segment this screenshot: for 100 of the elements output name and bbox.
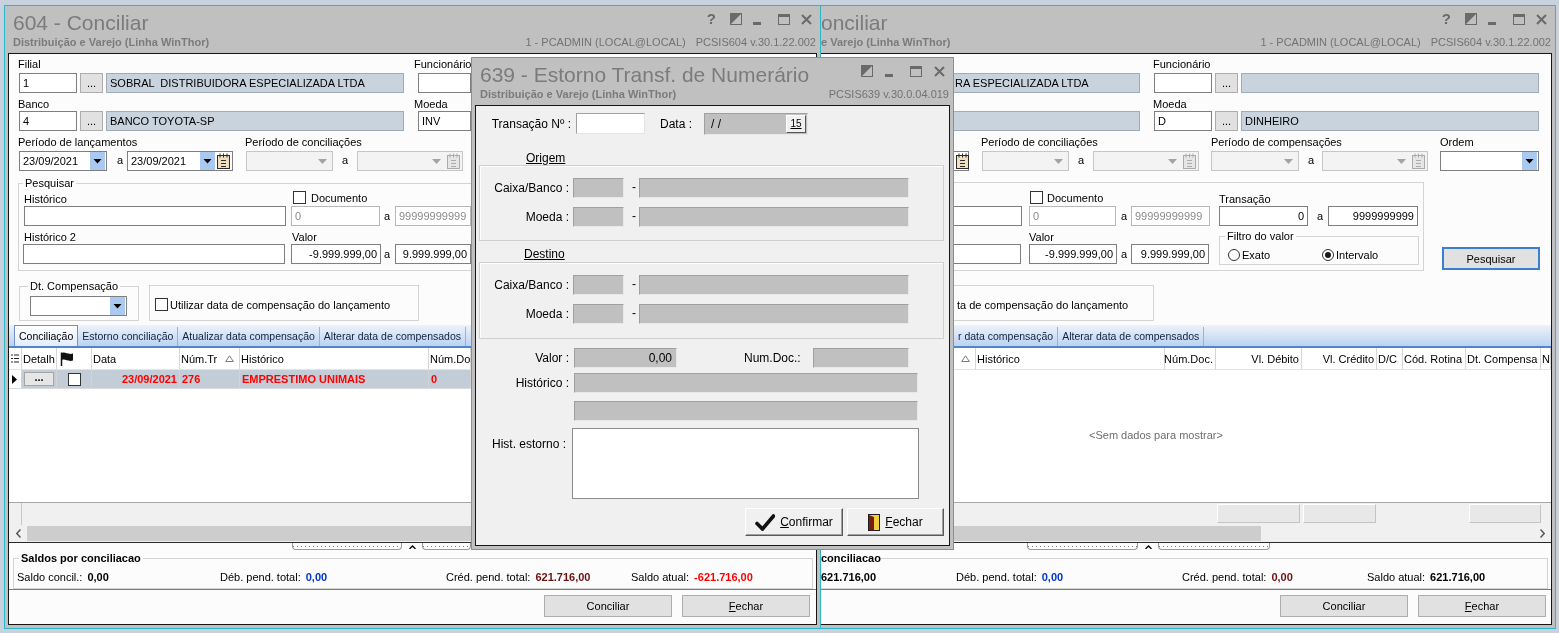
window-title: onciliar [821, 11, 888, 35]
field-label: Histórico [24, 193, 67, 206]
maximize-icon[interactable] [1513, 13, 1525, 25]
field-label: Funcionário [1153, 58, 1211, 71]
splitter-handle[interactable] [1027, 543, 1270, 552]
radio-button[interactable] [1228, 249, 1240, 261]
scrollbar-thumb[interactable] [27, 526, 471, 541]
checkbox[interactable] [1030, 191, 1043, 204]
search-button[interactable]: Pesquisar [1442, 247, 1540, 270]
input-field[interactable] [23, 244, 285, 264]
input-field[interactable] [24, 206, 286, 226]
separator-label: - [632, 277, 636, 291]
field-label: Data : [660, 117, 692, 131]
lookup-button[interactable]: ... [80, 111, 103, 131]
scroll-right-icon[interactable] [1539, 529, 1545, 538]
checkbox-label: ta de compensação do lançamento [957, 299, 1129, 312]
input-field[interactable]: 99999999999 [1131, 206, 1210, 226]
description-field[interactable]: SOBRAL DISTRIBUIDORA ESPECIALIZADA LTDA [106, 73, 404, 93]
description-field[interactable] [1241, 73, 1539, 93]
horizontal-scrollbar[interactable] [954, 525, 1551, 542]
column-header[interactable]: Núm.Doc. [1165, 348, 1216, 369]
input-field[interactable]: 9.999.999,00 [395, 244, 471, 264]
restore-icon[interactable] [730, 13, 742, 25]
input-field[interactable]: 99999999999 [395, 206, 471, 226]
reconcile-button[interactable]: Conciliar [544, 595, 672, 617]
code-field[interactable]: D [1154, 111, 1212, 131]
lookup-button[interactable]: ... [80, 73, 103, 93]
close-icon[interactable] [934, 65, 945, 77]
date-field[interactable]: 23/09/2021 [19, 151, 107, 171]
description-field[interactable]: RA ESPECIALIZADA LTDA [954, 73, 1140, 93]
input-field[interactable]: 9.999.999,00 [1131, 244, 1209, 264]
checkbox[interactable] [67, 372, 81, 386]
restore-icon[interactable] [1465, 13, 1477, 25]
tab[interactable]: Alterar data de compensados [319, 327, 466, 346]
dropdown-field[interactable] [30, 296, 127, 316]
input-field[interactable] [954, 206, 1022, 226]
dropdown-icon[interactable] [90, 152, 105, 170]
close-icon[interactable] [1536, 13, 1547, 25]
code-field[interactable]: 1 [19, 73, 77, 93]
column-header[interactable]: Vl. Débito [1216, 348, 1302, 369]
column-header[interactable]: Histórico [240, 348, 429, 369]
dropdown-icon[interactable] [200, 152, 215, 170]
input-field[interactable]: 9999999999 [1328, 206, 1418, 226]
input-field[interactable]: 0 [1029, 206, 1116, 226]
detail-button[interactable]: ... [24, 372, 54, 386]
tab[interactable]: Alterar data de compensados [1058, 327, 1205, 346]
input-field[interactable]: 0 [291, 206, 380, 226]
column-header[interactable]: Data [92, 348, 180, 369]
input-field[interactable]: -9.999.999,00 [1029, 244, 1117, 264]
dropdown-icon[interactable] [1522, 152, 1537, 170]
dropdown-field[interactable] [1440, 151, 1539, 171]
range-separator: a [1317, 210, 1324, 223]
tab[interactable]: Conciliação [14, 325, 79, 346]
input-field[interactable] [1154, 73, 1212, 93]
restore-icon[interactable] [861, 65, 873, 77]
close-button[interactable]: Fechar [847, 508, 944, 536]
maximize-icon[interactable] [910, 65, 922, 77]
input-field[interactable] [954, 244, 1021, 264]
description-field[interactable]: BANCO TOYOTA-SP [106, 111, 404, 131]
horizontal-scrollbar[interactable] [9, 525, 471, 542]
column-header[interactable]: Vl. Crédito [1302, 348, 1377, 369]
column-header[interactable]: Detalh [22, 348, 57, 369]
scrollbar-thumb[interactable] [954, 526, 1261, 541]
tab[interactable]: Estorno conciliação [78, 327, 179, 346]
column-header[interactable]: Cód. Rotina [1403, 348, 1466, 369]
reconcile-button[interactable]: Conciliar [1280, 595, 1408, 617]
confirm-button[interactable]: Confirmar [745, 508, 843, 536]
input-field[interactable] [418, 73, 471, 93]
code-field[interactable]: INV [418, 111, 471, 131]
date-field[interactable]: 23/09/2021 [127, 151, 233, 171]
column-header[interactable]: Núm.Tr [180, 348, 240, 369]
checkbox[interactable] [293, 191, 306, 204]
input-field[interactable]: 0 [1219, 206, 1308, 226]
code-field[interactable]: 4 [19, 111, 77, 131]
field-label: Funcionário [414, 58, 472, 71]
description-field[interactable] [954, 111, 1140, 131]
input-field[interactable]: -9.999.999,00 [291, 244, 381, 264]
lookup-button[interactable]: ... [1215, 73, 1238, 93]
text-area[interactable] [572, 428, 919, 499]
lookup-button[interactable]: ... [1215, 111, 1238, 131]
dropdown-icon[interactable] [110, 297, 125, 315]
close-button[interactable]: Fechar [682, 595, 810, 617]
column-header[interactable]: D/C [1377, 348, 1403, 369]
radio-button[interactable] [1322, 249, 1334, 261]
close-icon[interactable] [801, 13, 812, 25]
field-label: Hist. estorno : [491, 437, 566, 451]
description-field[interactable]: DINHEIRO [1241, 111, 1539, 131]
close-button[interactable]: Fechar [1418, 595, 1546, 617]
maximize-icon[interactable] [778, 13, 790, 25]
checkbox[interactable] [155, 298, 168, 311]
column-header[interactable]: Histórico [976, 348, 1165, 369]
splitter-handle[interactable] [292, 543, 471, 552]
scroll-left-icon[interactable] [15, 529, 21, 538]
calendar-icon[interactable] [217, 153, 230, 169]
input-field[interactable] [576, 113, 645, 134]
list-icon[interactable] [10, 354, 19, 363]
column-header[interactable]: Dt. Compensa [1466, 348, 1541, 369]
sort-icon [225, 355, 234, 362]
column-header[interactable]: N [1541, 348, 1551, 369]
tab[interactable]: Atualizar data compensação [178, 327, 320, 346]
